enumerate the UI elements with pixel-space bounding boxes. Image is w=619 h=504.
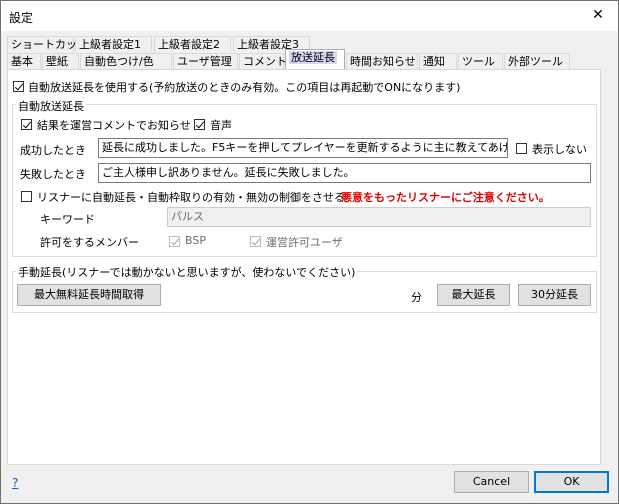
tab-auto-color[interactable]: 自動色つけ/色	[80, 53, 172, 69]
close-icon[interactable]: ✕	[588, 5, 608, 25]
bsp-checkbox[interactable]	[169, 236, 180, 247]
listener-control-label: リスナーに自動延長・自動枠取りの有効・無効の制御をさせる	[37, 191, 345, 204]
tab-tools[interactable]: ツール	[458, 53, 503, 69]
max-free-extend-button[interactable]: 最大無料延長時間取得	[17, 284, 161, 306]
official-user-label: 運営許可ユーザ	[266, 236, 343, 249]
cancel-button[interactable]: Cancel	[454, 471, 529, 493]
tab-advanced-1[interactable]: 上級者設定1	[75, 36, 152, 52]
hide-success-label: 表示しない	[532, 143, 587, 156]
listener-warning: 悪意をもったリスナーにご注意ください。	[341, 191, 550, 204]
keyword-input[interactable]: パルス	[167, 207, 591, 227]
thirty-min-extend-button[interactable]: 30分延長	[518, 284, 591, 306]
notify-result-checkbox[interactable]	[21, 119, 32, 130]
tab-broadcast-extension[interactable]: 放送延長	[285, 49, 345, 69]
tab-time-notice[interactable]: 時間お知らせ	[346, 53, 418, 69]
tab-advanced-2[interactable]: 上級者設定2	[154, 36, 231, 52]
auto-extend-label: 自動放送延長を使用する(予約放送のときのみ有効。この項目は再起動でONになります…	[28, 81, 461, 94]
fail-label: 失敗したとき	[20, 168, 86, 181]
minutes-label: 分	[411, 291, 422, 304]
success-label: 成功したとき	[20, 144, 86, 157]
bsp-label: BSP	[185, 234, 206, 247]
fail-message-input[interactable]: ご主人様申し訳ありません。延長に失敗しました。	[98, 163, 591, 183]
manual-extend-group-title: 手動延長(リスナーでは動かないと思いますが、使わないでください)	[16, 264, 358, 280]
listener-control-checkbox[interactable]	[21, 191, 32, 202]
ok-button[interactable]: OK	[534, 471, 609, 493]
tab-broadcast-extension-label: 放送延長	[289, 51, 337, 64]
tab-wallpaper[interactable]: 壁紙	[42, 53, 79, 69]
allowed-members-label: 許可をするメンバー	[40, 236, 139, 249]
auto-extend-group-title: 自動放送延長	[16, 98, 86, 114]
sound-checkbox[interactable]	[194, 119, 205, 130]
title-bar: 設定 ✕	[1, 1, 618, 31]
hide-success-checkbox[interactable]	[516, 143, 527, 154]
auto-extend-checkbox[interactable]	[13, 81, 24, 92]
tab-shortcut[interactable]: ショートカット	[7, 36, 88, 52]
notify-result-label: 結果を運営コメントでお知らせ	[37, 119, 191, 132]
tab-basic[interactable]: 基本	[7, 53, 41, 69]
sound-label: 音声	[210, 119, 232, 132]
tab-page-broadcast-extension: 自動放送延長を使用する(予約放送のときのみ有効。この項目は再起動でONになります…	[7, 69, 601, 465]
official-user-checkbox[interactable]	[250, 236, 261, 247]
tab-external-tools[interactable]: 外部ツール	[504, 53, 570, 69]
help-link[interactable]: ?	[12, 476, 18, 490]
success-message-input[interactable]: 延長に成功しました。F5キーを押してプレイヤーを更新するように主に教えてあげてく…	[98, 138, 508, 158]
window-title: 設定	[9, 11, 34, 25]
keyword-label: キーワード	[40, 213, 95, 226]
max-extend-button[interactable]: 最大延長	[437, 284, 510, 306]
tab-notification[interactable]: 通知	[419, 53, 457, 69]
tab-user-management[interactable]: ユーザ管理	[173, 53, 238, 69]
settings-window: 設定 ✕ ショートカット 上級者設定1 上級者設定2 上級者設定3 基本 壁紙 …	[0, 0, 619, 504]
tab-comment[interactable]: コメント	[239, 53, 287, 69]
